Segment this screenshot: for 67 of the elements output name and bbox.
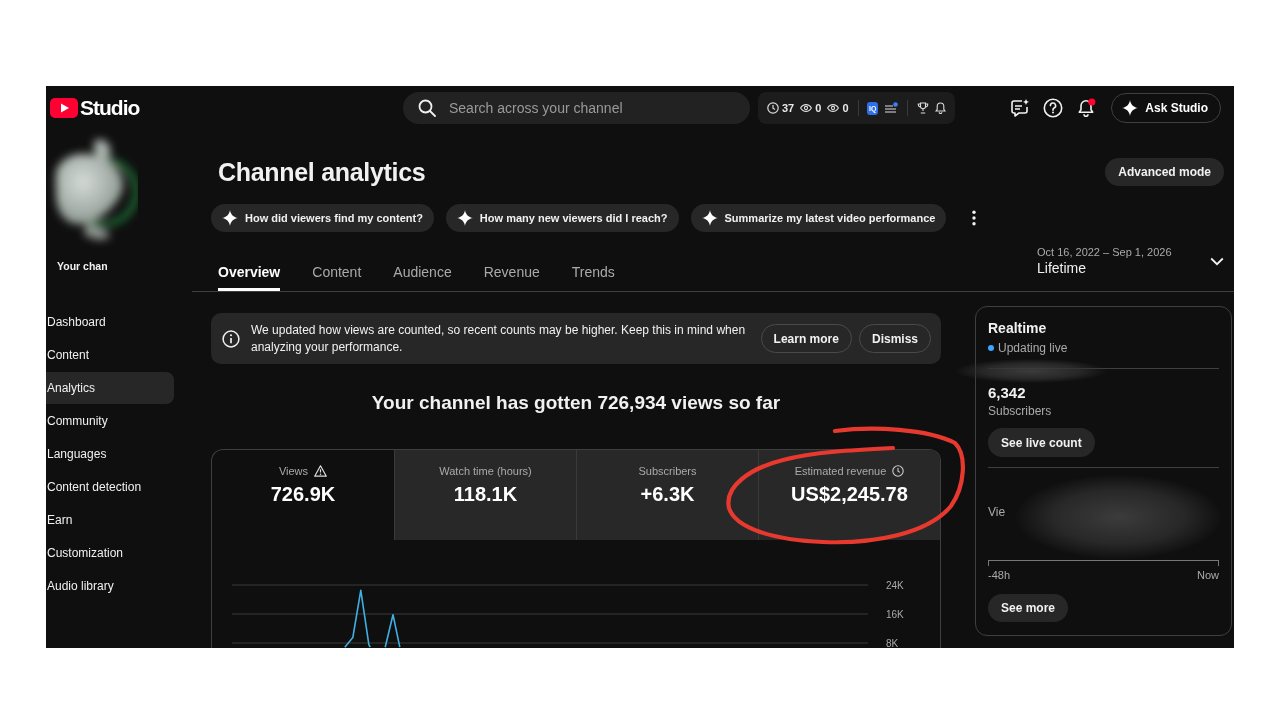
period-selector[interactable]: Lifetime xyxy=(1037,260,1087,277)
page-title: Channel analytics xyxy=(218,157,426,188)
date-range-label: Oct 16, 2022 – Sep 1, 2026 xyxy=(1037,245,1172,260)
sidebar-item[interactable]: Content detection xyxy=(46,471,174,503)
metric-tab[interactable]: Views 726.9K xyxy=(212,450,394,540)
info-icon xyxy=(222,329,240,348)
trophy-icon[interactable] xyxy=(917,102,929,114)
eye-icon xyxy=(827,104,840,112)
suggestion-chip[interactable]: How many new viewers did I reach? xyxy=(445,204,679,232)
sidebar-item[interactable]: Community xyxy=(46,405,174,437)
eye-icon xyxy=(800,104,813,112)
status-text: Updating live xyxy=(998,340,1068,356)
metric-tab[interactable]: Watch time (hours) 118.1K xyxy=(394,450,576,540)
sidebar-item[interactable]: Customization xyxy=(46,537,174,569)
advanced-mode-button[interactable]: Advanced mode xyxy=(1105,158,1224,186)
feedback-icon[interactable] xyxy=(1010,98,1031,118)
clock-icon xyxy=(892,465,905,477)
subscriber-count: 6,342 xyxy=(988,383,1026,403)
sidebar-item[interactable]: Analytics xyxy=(46,372,174,404)
sidebar-item[interactable]: Earn xyxy=(46,504,174,536)
notice-text: We updated how views are counted, so recent counts may be higher. Keep this in mind when analyzing your performance. xyxy=(251,321,747,356)
suggestion-chip[interactable]: Summarize my latest video performance xyxy=(690,204,947,232)
panel-title: Realtime xyxy=(988,319,1047,337)
search-icon xyxy=(418,99,436,117)
axis-label: -48h xyxy=(988,568,1011,582)
live-dot-icon xyxy=(988,345,994,351)
see-live-count-button[interactable]: See live count xyxy=(988,428,1095,457)
y-axis-label: 24K xyxy=(886,579,904,591)
y-axis-label: 8K xyxy=(886,637,899,648)
count-label: Subscribers xyxy=(988,403,1052,419)
search-field[interactable]: Search across your channel xyxy=(403,92,750,124)
app-name[interactable]: Studio xyxy=(80,96,140,120)
sidebar-item[interactable]: Audio library xyxy=(46,570,174,602)
bell-icon[interactable] xyxy=(1076,98,1097,118)
channel-name: Your chan xyxy=(57,260,108,272)
sparkle-icon xyxy=(1122,100,1139,116)
y-axis-label: 16K xyxy=(886,608,904,620)
sidebar-item[interactable]: Languages xyxy=(46,438,174,470)
tab[interactable]: Revenue xyxy=(483,255,540,291)
sparkle-icon xyxy=(222,210,238,226)
views-label: Vie xyxy=(988,505,1006,519)
suggestion-chip[interactable]: How did viewers find my content? xyxy=(211,204,434,232)
axis-label: Now xyxy=(1197,568,1219,582)
sidebar-item[interactable]: Dashboard xyxy=(46,306,174,338)
list-icon[interactable] xyxy=(884,102,899,114)
metric-tab[interactable]: Estimated revenue US$2,245.78 xyxy=(758,450,940,540)
sparkle-icon xyxy=(456,210,473,226)
stat-count: 0 xyxy=(815,102,822,114)
tab[interactable]: Overview xyxy=(218,255,281,291)
chevron-down-icon[interactable] xyxy=(1210,256,1224,266)
sparkle-icon xyxy=(701,210,718,226)
stat-count: 37 xyxy=(782,102,795,114)
more-vertical-icon[interactable] xyxy=(972,210,977,226)
sidebar-item[interactable]: Content xyxy=(46,339,174,371)
tab[interactable]: Trends xyxy=(571,255,615,291)
stat-count: 0 xyxy=(842,102,849,114)
tab[interactable]: Audience xyxy=(393,255,452,291)
see-more-button[interactable]: See more xyxy=(988,594,1069,622)
graph-line xyxy=(344,589,401,648)
bell-icon[interactable] xyxy=(935,102,946,114)
warning-icon xyxy=(314,465,328,477)
views-headline: Your channel has gotten 726,934 views so far xyxy=(371,391,781,415)
metric-tab[interactable]: Subscribers +6.3K xyxy=(576,450,758,540)
help-icon[interactable] xyxy=(1043,98,1064,118)
tab[interactable]: Content xyxy=(312,255,362,291)
clock-icon xyxy=(767,102,779,114)
play-logo-icon[interactable] xyxy=(50,98,78,118)
